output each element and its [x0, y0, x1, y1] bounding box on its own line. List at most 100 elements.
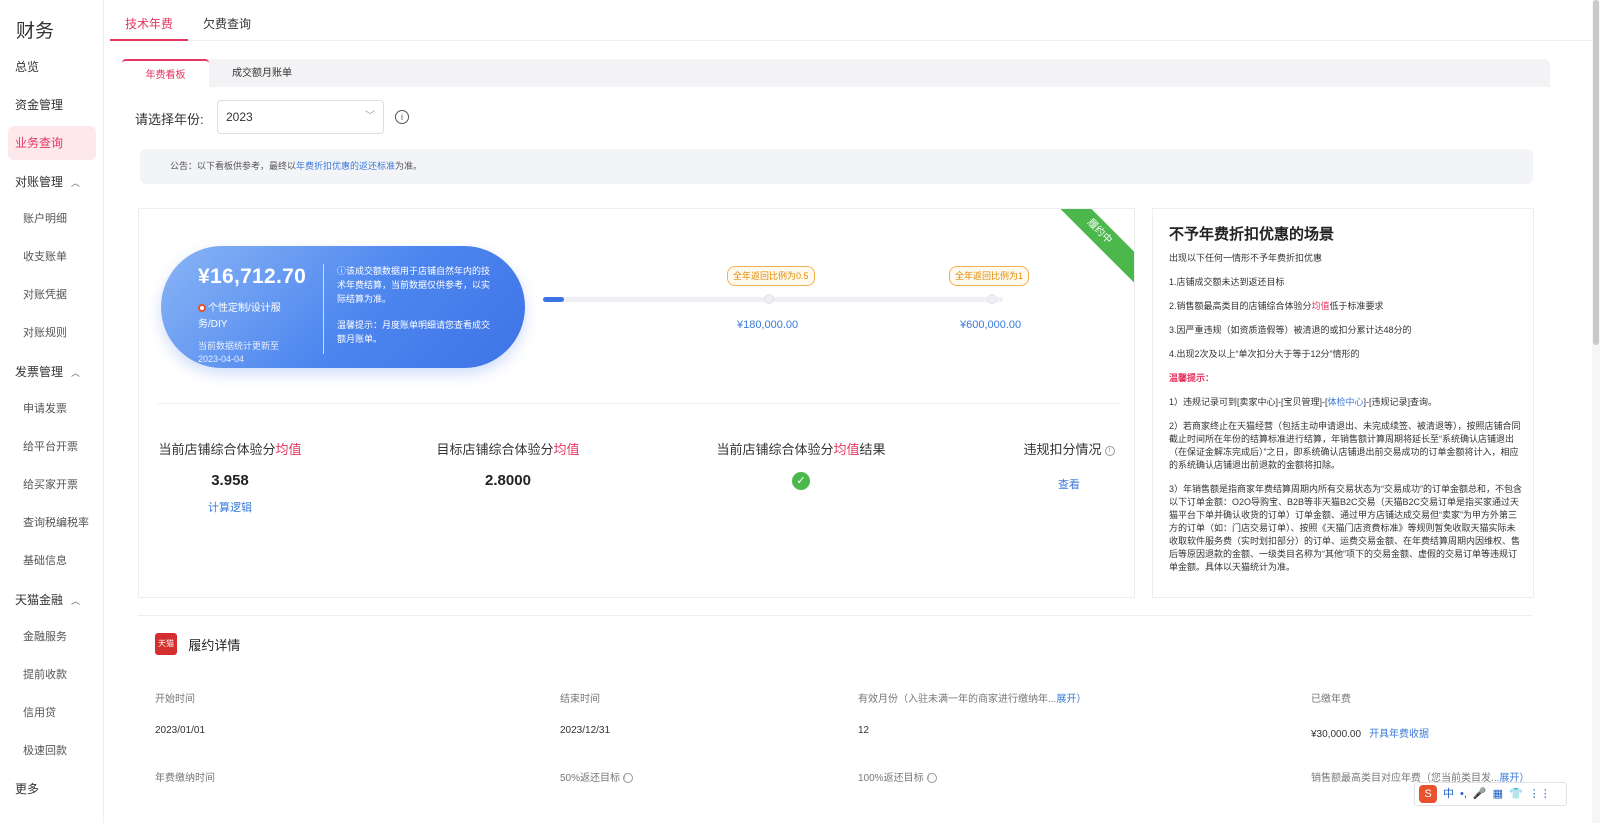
- receipt-link[interactable]: 开具年费收据: [1369, 729, 1429, 740]
- keyboard-icon[interactable]: ▦: [1493, 783, 1503, 805]
- year-select[interactable]: 2023 ﹀: [217, 100, 384, 134]
- ime-mode[interactable]: 中: [1443, 783, 1454, 805]
- announcement: 公告：以下看板供参考，最终以年费折扣优惠的返还标准为准。: [140, 149, 1533, 184]
- tab-fee-dashboard[interactable]: 年费看板: [122, 59, 209, 87]
- tab-monthly-bill[interactable]: 成交额月账单: [217, 59, 307, 87]
- sidebar-item-vouchers[interactable]: 对账凭据: [0, 278, 104, 312]
- turnover-amount: ¥16,712.70: [198, 265, 307, 288]
- grid-icon[interactable]: ⋮⋮: [1529, 783, 1551, 805]
- sidebar-item-reconciliation[interactable]: 对账管理 ︿: [0, 165, 104, 199]
- help-icon[interactable]: i: [926, 773, 937, 783]
- detail-header: 100%返还目标 i: [858, 769, 937, 784]
- panel-warning: 温馨提示：: [1169, 373, 1215, 383]
- metric-label: 目标店铺综合体验分均值: [436, 442, 580, 457]
- milestone-label: 全年返回比例为1: [949, 266, 1030, 286]
- sidebar-item-early-collection[interactable]: 提前收款: [0, 658, 104, 692]
- sidebar: 财务 总览 资金管理 业务查询 对账管理 ︿ 账户明细 收支账单 对账凭据 对账规…: [0, 0, 104, 823]
- panel-tip: 1）违规记录可到[卖家中心]-[宝贝管理]-[体检中心]-[违规记录]查询。: [1169, 397, 1438, 407]
- sidebar-item-funds[interactable]: 资金管理: [0, 88, 104, 122]
- milestone-label: 全年返回比例为0.5: [727, 266, 815, 286]
- milestone-node: [764, 294, 774, 304]
- sidebar-item-finance-service[interactable]: 金融服务: [0, 620, 104, 654]
- milestone-amount: ¥180,000.00: [737, 319, 799, 331]
- info-icon[interactable]: i: [395, 110, 409, 124]
- update-time: 当前数据统计更新至2023-04-04: [198, 341, 280, 364]
- status-ribbon: 履约中: [1045, 209, 1134, 286]
- top-tabs: 技术年费 欠费查询: [110, 0, 1600, 41]
- view-link[interactable]: 查看: [1019, 476, 1119, 492]
- sidebar-item-fast-payback[interactable]: 极速回款: [0, 734, 104, 768]
- metric-label: 当前店铺综合体验分均值结果: [716, 442, 886, 457]
- sidebar-item-bills[interactable]: 收支账单: [0, 240, 104, 274]
- sidebar-item-tax-code[interactable]: 查询税编税率: [0, 506, 104, 540]
- check-icon: ✓: [792, 472, 810, 490]
- skin-icon[interactable]: 👕: [1509, 783, 1523, 805]
- detail-header: 年费缴纳时间: [155, 773, 215, 784]
- sidebar-item-credit-loan[interactable]: 信用贷: [0, 696, 104, 730]
- detail-header: 结束时间: [560, 694, 600, 705]
- chevron-down-icon: ﹀: [365, 111, 375, 122]
- scrollbar-thumb[interactable]: [1593, 0, 1599, 345]
- sidebar-item-invoice-platform[interactable]: 给平台开票: [0, 430, 104, 464]
- punctuation-icon[interactable]: •,: [1460, 783, 1467, 805]
- sidebar-item-basic-info[interactable]: 基础信息: [0, 544, 104, 578]
- metric-violations: 违规扣分情况 i 查看: [1019, 439, 1119, 492]
- panel-item: 2.销售额最高类目的店铺综合体验分均值低于标准要求: [1169, 301, 1384, 311]
- detail-value: ¥30,000.00 开具年费收据: [1311, 729, 1430, 740]
- turnover-description: ⓘ该成交额数据用于店铺自然年内的技术年费结算，当前数据仅供参考，以实际结算为准。: [337, 266, 491, 304]
- sidebar-item-apply-invoice[interactable]: 申请发票: [0, 392, 104, 426]
- no-discount-panel: 不予年费折扣优惠的场景 出现以下任何一情形不予年费折扣优惠 1.店铺成交额未达到…: [1152, 208, 1534, 598]
- notice-link[interactable]: 年费折扣优惠的返还标准: [296, 161, 395, 171]
- tmall-logo: 天猫: [155, 633, 177, 655]
- details-title: 履约详情: [188, 637, 241, 653]
- chevron-up-icon: ︿: [71, 368, 81, 378]
- metric-value: 2.8000: [485, 472, 531, 489]
- sidebar-item-rules[interactable]: 对账规则: [0, 316, 104, 350]
- panel-item: 3.因严重违规（如资质造假等）被清退的或扣分累计达48分的: [1169, 325, 1412, 335]
- panel-intro: 出现以下任何一情形不予年费折扣优惠: [1169, 253, 1323, 263]
- microphone-icon[interactable]: 🎤: [1473, 783, 1487, 805]
- sidebar-item-tmall-finance[interactable]: 天猫金融 ︿: [0, 583, 104, 617]
- sidebar-item-business-query[interactable]: 业务查询: [8, 126, 96, 160]
- vertical-scrollbar[interactable]: [1592, 0, 1600, 823]
- ime-toolbar[interactable]: S 中 •, 🎤 ▦ 👕 ⋮⋮: [1414, 782, 1567, 806]
- milestone-node: [987, 294, 997, 304]
- sidebar-item-account-detail[interactable]: 账户明细: [0, 202, 104, 236]
- health-center-link[interactable]: 体检中心: [1328, 397, 1364, 407]
- detail-value: 12: [858, 725, 870, 736]
- detail-header: 开始时间: [155, 694, 195, 705]
- panel-item: 1.店铺成交额未达到返还目标: [1169, 277, 1285, 287]
- sogou-icon[interactable]: S: [1419, 785, 1437, 803]
- category-icon: [198, 304, 206, 312]
- turnover-pill: ¥16,712.70 个性定制/设计服务/DIY 当前数据统计更新至2023-0…: [161, 246, 525, 368]
- year-value: 2023: [226, 110, 253, 124]
- sidebar-item-invoices[interactable]: 发票管理 ︿: [0, 355, 104, 389]
- tab-arrears[interactable]: 欠费查询: [203, 0, 251, 41]
- help-icon[interactable]: i: [623, 773, 634, 783]
- contract-details: 天猫 履约详情 开始时间 结束时间 有效月份（入驻未满一年的商家进行缴纳年...…: [138, 615, 1533, 823]
- sidebar-item-overview[interactable]: 总览: [0, 50, 104, 84]
- metric-score-result: 当前店铺综合体验分均值结果 ✓: [711, 439, 891, 490]
- sidebar-item-label: 发票管理: [15, 365, 64, 379]
- panel-tip: 3）年销售额是指商家年费结算周期内所有交易状态为“交易成功”的订单金额总和，不包…: [1169, 484, 1523, 572]
- expand-link[interactable]: 展开）: [1056, 694, 1086, 705]
- monthly-tip: 温馨提示：月度账单明细请您查看成交额月账单。: [337, 320, 491, 344]
- chevron-up-icon: ︿: [71, 178, 81, 188]
- pill-divider: [323, 264, 324, 354]
- sidebar-item-more[interactable]: 更多: [0, 772, 104, 806]
- metric-target-score: 目标店铺综合体验分均值 2.8000: [433, 439, 583, 489]
- help-icon[interactable]: i: [1104, 446, 1115, 456]
- year-label: 请选择年份:: [135, 112, 204, 127]
- metric-value: 3.958: [211, 472, 249, 489]
- metric-label: 当前店铺综合体验分均值: [158, 442, 302, 457]
- category-text: 个性定制/设计服务/DIY: [198, 303, 281, 330]
- panel-item: 4.出现2次及以上“单次扣分大于等于12分”情形的: [1169, 349, 1360, 359]
- notice-prefix: 公告：以下看板供参考，最终以: [170, 161, 297, 171]
- tab-tech-fee[interactable]: 技术年费: [110, 0, 188, 41]
- detail-header: 已缴年费: [1311, 694, 1351, 705]
- sidebar-item-invoice-buyer[interactable]: 给买家开票: [0, 468, 104, 502]
- notice-suffix: 为准。: [395, 161, 423, 171]
- metric-label: 违规扣分情况 i: [1019, 439, 1119, 458]
- milestone-amount: ¥600,000.00: [960, 319, 1022, 331]
- calc-logic-link[interactable]: 计算逻辑: [155, 499, 305, 515]
